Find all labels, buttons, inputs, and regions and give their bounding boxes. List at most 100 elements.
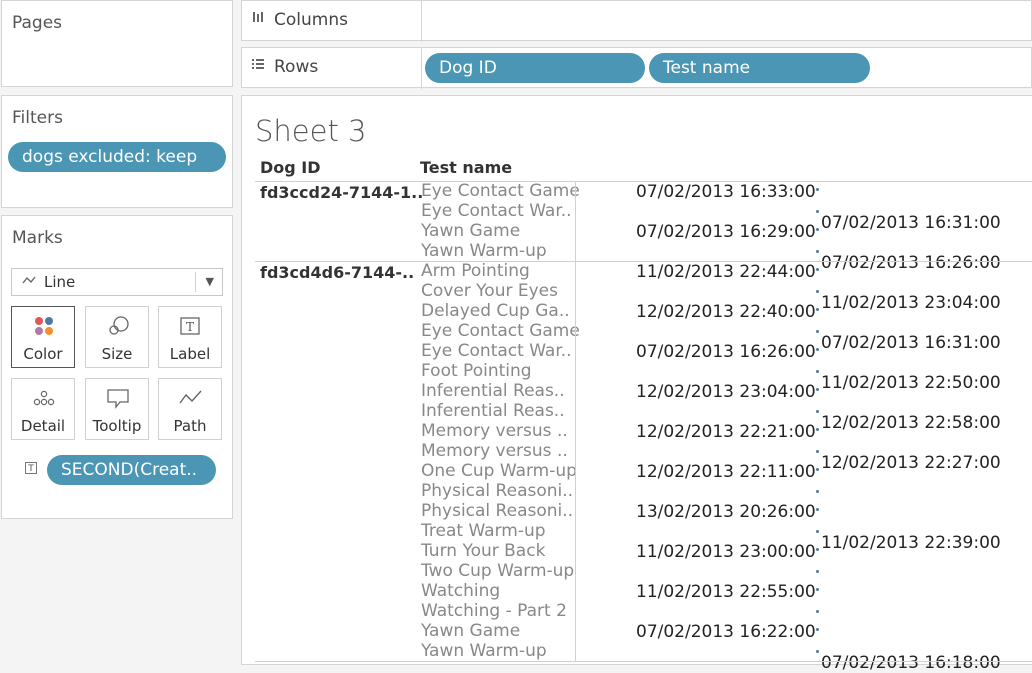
- mark-label: 12/02/2013 22:11:00: [636, 462, 816, 482]
- line-mark-point[interactable]: [816, 348, 819, 351]
- size-label: Size: [101, 345, 133, 363]
- size-button[interactable]: Size: [85, 306, 149, 368]
- test-name-cell[interactable]: Eye Contact Game: [421, 181, 580, 201]
- dog-id-cell[interactable]: fd3cd4d6-7144-..: [260, 263, 414, 282]
- line-mark-point[interactable]: [816, 530, 819, 533]
- divider: [255, 661, 1032, 662]
- mark-label: 12/02/2013 22:27:00: [821, 453, 1001, 473]
- mark-label: 11/02/2013 23:00:00: [636, 542, 816, 562]
- line-mark-point[interactable]: [816, 588, 819, 591]
- line-mark-point[interactable]: [816, 410, 819, 413]
- test-name-cell[interactable]: Inferential Reas..: [421, 401, 565, 421]
- mark-type-dropdown[interactable]: Line ▼: [11, 268, 223, 296]
- mark-label: 13/02/2013 20:26:00: [636, 502, 816, 522]
- test-name-cell[interactable]: Eye Contact War..: [421, 201, 572, 221]
- mark-label: 07/02/2013 16:18:00: [821, 653, 1001, 673]
- line-mark-point[interactable]: [816, 370, 819, 373]
- detail-icon: [12, 387, 74, 409]
- svg-text:T: T: [186, 320, 194, 334]
- line-mark-point[interactable]: [816, 290, 819, 293]
- line-mark-point[interactable]: [816, 428, 819, 431]
- line-mark-point[interactable]: [816, 468, 819, 471]
- line-mark-point[interactable]: [816, 188, 819, 191]
- line-mark-point[interactable]: [816, 628, 819, 631]
- line-mark-point[interactable]: [816, 548, 819, 551]
- mark-label: 11/02/2013 22:55:00: [636, 582, 816, 602]
- test-name-cell[interactable]: Watching: [421, 581, 500, 601]
- label-icon: T: [159, 315, 221, 337]
- columns-shelf[interactable]: Columns: [241, 0, 1032, 42]
- test-name-cell[interactable]: Cover Your Eyes: [421, 281, 558, 301]
- test-name-cell[interactable]: Foot Pointing: [421, 361, 532, 381]
- detail-button[interactable]: Detail: [11, 378, 75, 440]
- test-name-cell[interactable]: Treat Warm-up: [421, 521, 546, 541]
- color-button[interactable]: Color: [11, 306, 75, 368]
- header-dog-id[interactable]: Dog ID: [260, 158, 321, 177]
- test-name-cell[interactable]: One Cup Warm-up: [421, 461, 577, 481]
- test-name-cell[interactable]: Memory versus ..: [421, 421, 568, 441]
- test-name-cell[interactable]: Watching - Part 2: [421, 601, 567, 621]
- divider: [575, 261, 576, 661]
- line-mark-point[interactable]: [816, 308, 819, 311]
- line-mark-point[interactable]: [816, 490, 819, 493]
- test-name-cell[interactable]: Yawn Warm-up: [421, 241, 547, 261]
- test-name-cell[interactable]: Two Cup Warm-up: [421, 561, 574, 581]
- test-name-cell[interactable]: Yawn Game: [421, 221, 520, 241]
- dog-id-cell[interactable]: fd3ccd24-7144-1..: [260, 183, 423, 202]
- line-mark-point[interactable]: [816, 250, 819, 253]
- label-encoding-icon[interactable]: T: [25, 462, 37, 474]
- test-name-cell[interactable]: Arm Pointing: [421, 261, 530, 281]
- test-name-cell[interactable]: Yawn Warm-up: [421, 641, 547, 661]
- test-name-cell[interactable]: Inferential Reas..: [421, 381, 565, 401]
- filter-pill-dogs-excluded[interactable]: dogs excluded: keep: [8, 142, 226, 172]
- test-name-cell[interactable]: Delayed Cup Ga..: [421, 301, 570, 321]
- test-name-cell[interactable]: Eye Contact War..: [421, 341, 572, 361]
- pages-card[interactable]: Pages: [1, 0, 233, 87]
- rows-pill-dog-id[interactable]: Dog ID: [425, 53, 645, 83]
- divider: [195, 272, 196, 292]
- tooltip-button[interactable]: Tooltip: [85, 378, 149, 440]
- line-mark-point[interactable]: [816, 268, 819, 271]
- line-mark-point[interactable]: [816, 330, 819, 333]
- mark-label: 12/02/2013 22:21:00: [636, 422, 816, 442]
- color-icon: [12, 315, 74, 337]
- header-test-name[interactable]: Test name: [420, 158, 512, 177]
- mark-label: 07/02/2013 16:22:00: [636, 622, 816, 642]
- path-label: Path: [173, 417, 207, 435]
- path-button[interactable]: Path: [158, 378, 222, 440]
- rows-pill-test-name[interactable]: Test name: [649, 53, 870, 83]
- detail-label: Detail: [20, 417, 66, 435]
- mark-label: 07/02/2013 16:31:00: [821, 333, 1001, 353]
- test-name-cell[interactable]: Yawn Game: [421, 621, 520, 641]
- mark-label: 11/02/2013 22:39:00: [821, 533, 1001, 553]
- line-mark-point[interactable]: [816, 570, 819, 573]
- line-mark-point[interactable]: [816, 210, 819, 213]
- chevron-down-icon[interactable]: ▼: [206, 269, 214, 295]
- columns-label: Columns: [274, 10, 348, 30]
- line-mark-point[interactable]: [816, 450, 819, 453]
- line-mark-point[interactable]: [816, 228, 819, 231]
- mark-label: 07/02/2013 16:26:00: [821, 253, 1001, 273]
- sheet-title[interactable]: Sheet 3: [255, 114, 367, 148]
- line-mark-point[interactable]: [816, 650, 819, 653]
- marks-title: Marks: [12, 228, 63, 248]
- mark-type-label: Line: [44, 273, 76, 291]
- test-name-cell[interactable]: Turn Your Back: [421, 541, 545, 561]
- line-mark-point[interactable]: [816, 610, 819, 613]
- line-mark-point[interactable]: [816, 508, 819, 511]
- line-mark-point[interactable]: [816, 388, 819, 391]
- mark-label: 12/02/2013 23:04:00: [636, 382, 816, 402]
- label-button[interactable]: T Label: [158, 306, 222, 368]
- marks-field-pill[interactable]: SECOND(Creat..: [47, 455, 216, 485]
- mark-label: 11/02/2013 23:04:00: [821, 293, 1001, 313]
- size-icon: [86, 315, 148, 337]
- mark-label: 07/02/2013 16:31:00: [821, 213, 1001, 233]
- line-icon: [22, 269, 36, 295]
- test-name-cell[interactable]: Eye Contact Game: [421, 321, 580, 341]
- columns-icon: [251, 10, 265, 28]
- divider: [575, 181, 576, 261]
- test-name-cell[interactable]: Physical Reasoni..: [421, 481, 573, 501]
- test-name-cell[interactable]: Physical Reasoni..: [421, 501, 573, 521]
- tooltip-icon: [86, 387, 148, 409]
- test-name-cell[interactable]: Memory versus ..: [421, 441, 568, 461]
